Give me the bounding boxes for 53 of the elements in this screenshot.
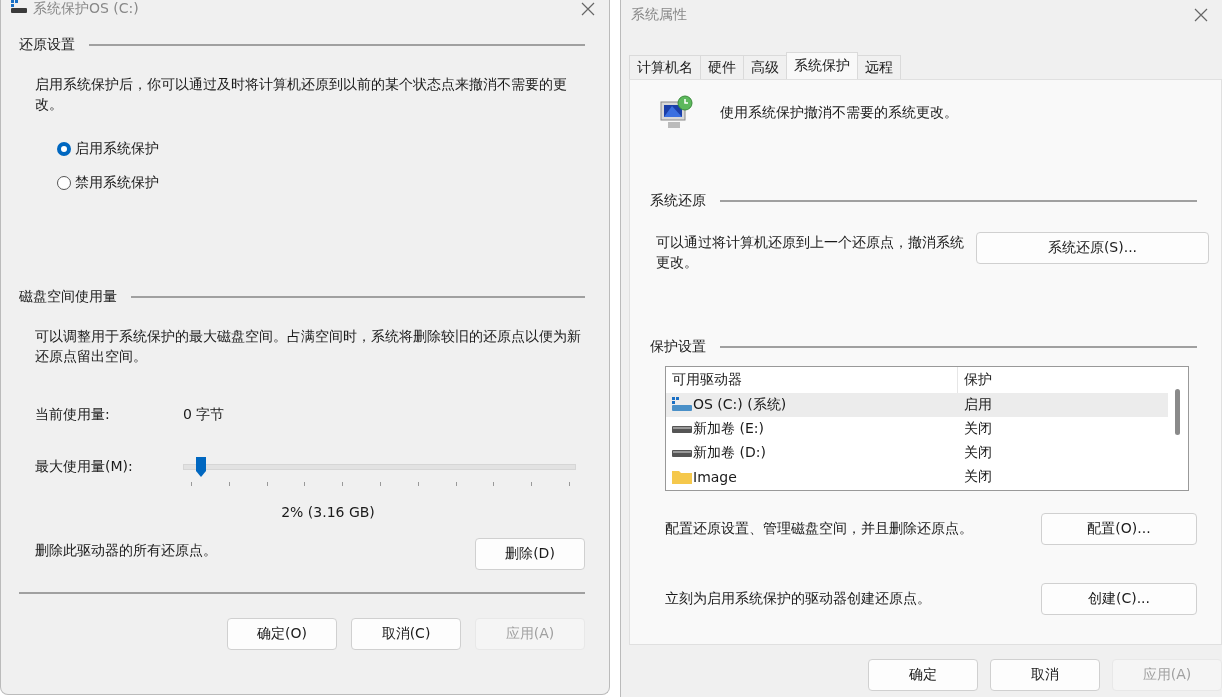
section-heading: 系统还原 bbox=[650, 192, 706, 210]
radio-button[interactable] bbox=[57, 142, 71, 156]
radio-label: 禁用系统保护 bbox=[75, 174, 159, 192]
dialog-button[interactable]: 取消 bbox=[990, 659, 1100, 691]
description-text: 配置还原设置、管理磁盘空间，并且删除还原点。 bbox=[665, 520, 973, 538]
window-title: 系统属性 bbox=[631, 6, 687, 22]
drive-icon bbox=[11, 0, 27, 14]
table-row[interactable]: 新加卷 (E:) 关闭 bbox=[666, 417, 1168, 441]
section-heading: 磁盘空间使用量 bbox=[19, 288, 117, 306]
table-cell: OS (C:) (系统) bbox=[693, 396, 787, 414]
table-cell-text: 关闭 bbox=[963, 420, 992, 438]
table-cell: Image bbox=[693, 469, 737, 485]
description-text: 可以通过将计算机还原到上一个还原点，撤消系统更改。 bbox=[656, 233, 965, 272]
column-header[interactable]: 保护 bbox=[958, 371, 992, 389]
delete-description: 删除此驱动器的所有还原点。 bbox=[35, 542, 217, 560]
radio-option[interactable]: 禁用系统保护 bbox=[57, 174, 585, 192]
table-row[interactable]: 新加卷 (D:) 关闭 bbox=[666, 441, 1168, 465]
section-heading: 还原设置 bbox=[19, 36, 75, 54]
section-heading: 保护设置 bbox=[650, 338, 706, 356]
system-drive-icon bbox=[672, 397, 692, 413]
description-text: 可以调整用于系统保护的最大磁盘空间。占满空间时，系统将删除较旧的还原点以便为新还原点留出空间。 bbox=[35, 327, 582, 366]
dialog-button[interactable]: 确定(O) bbox=[227, 618, 337, 650]
tab[interactable]: 计算机名 bbox=[629, 55, 701, 79]
radio-button[interactable] bbox=[57, 176, 71, 190]
description-text: 启用系统保护后，你可以通过及时将计算机还原到以前的某个状态点来撤消不需要的更改。 bbox=[35, 75, 568, 114]
table-cell-text: 关闭 bbox=[963, 444, 992, 462]
dialog-button[interactable]: 确定 bbox=[868, 659, 978, 691]
table-cell-text: 启用 bbox=[963, 396, 992, 414]
intro-text: 使用系统保护撤消不需要的系统更改。 bbox=[720, 104, 958, 122]
table-cell: 新加卷 (E:) bbox=[693, 420, 764, 438]
create-button[interactable]: 创建(C)... bbox=[1041, 583, 1197, 615]
close-icon[interactable] bbox=[1194, 8, 1208, 22]
slider-thumb[interactable] bbox=[194, 456, 207, 478]
radio-option[interactable]: 启用系统保护 bbox=[57, 140, 585, 158]
table-row[interactable]: OS (C:) (系统) 启用 bbox=[666, 393, 1168, 417]
close-icon[interactable] bbox=[581, 2, 595, 16]
tab[interactable]: 系统保护 bbox=[786, 52, 858, 79]
table-row[interactable]: Image 关闭 bbox=[666, 465, 1168, 489]
table-cell-text: 关闭 bbox=[963, 468, 992, 486]
description-text: 立刻为启用系统保护的驱动器创建还原点。 bbox=[665, 590, 931, 608]
slider-reading: 2% (3.16 GB) bbox=[280, 504, 376, 520]
field-label: 当前使用量: bbox=[35, 406, 111, 424]
field-label: 最大使用量(M): bbox=[35, 458, 134, 476]
radio-label: 启用系统保护 bbox=[75, 140, 159, 158]
table-cell: 新加卷 (D:) bbox=[693, 444, 766, 462]
system-restore-button[interactable]: 系统还原(S)... bbox=[976, 232, 1209, 264]
tab[interactable]: 远程 bbox=[857, 55, 901, 79]
field-value: 0 字节 bbox=[183, 406, 225, 424]
window-title: 系统保护OS (C:) bbox=[33, 0, 139, 16]
folder-icon bbox=[672, 469, 692, 485]
delete-button[interactable]: 删除(D) bbox=[475, 538, 585, 570]
dialog-button[interactable]: 取消(C) bbox=[351, 618, 461, 650]
configure-button[interactable]: 配置(O)... bbox=[1041, 513, 1197, 545]
